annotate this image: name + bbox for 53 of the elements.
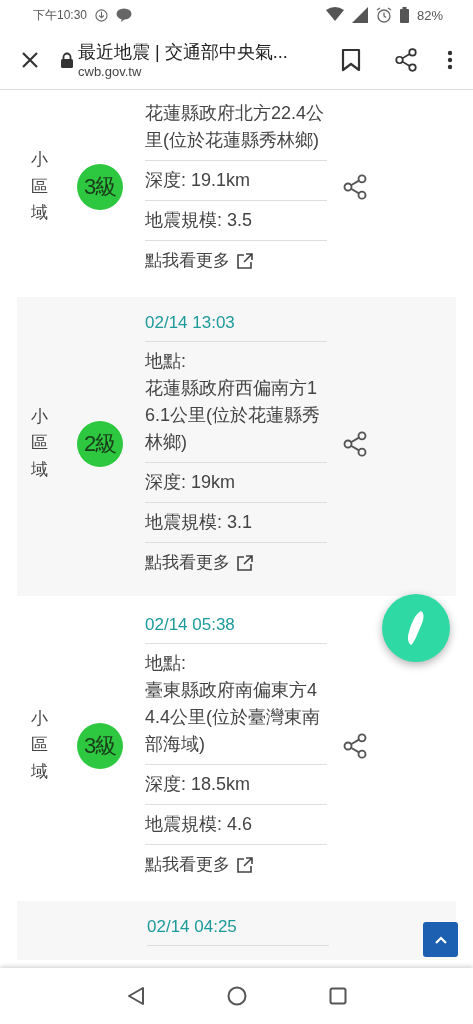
status-time: 下午10:30 (33, 6, 88, 24)
area-label: 小區域 (31, 708, 48, 783)
location-text: 臺東縣政府南偏東方44.4公里(位於臺灣東南部海域) (145, 679, 322, 756)
depth-text: 深度: 19km (145, 471, 237, 494)
back-icon (126, 986, 145, 1006)
external-link-icon (236, 855, 254, 874)
location-text: 花蓮縣政府北方22.4公里(位於花蓮縣秀林鄉) (145, 102, 326, 152)
wifi-icon (325, 7, 344, 23)
external-link-icon (236, 553, 254, 572)
location-label: 地點: (145, 652, 187, 675)
signal-icon (351, 7, 368, 23)
intensity-badge: 3級 (77, 722, 123, 769)
intensity-badge: 2級 (77, 420, 123, 467)
more-icon (447, 49, 453, 70)
location-label: 地點: (145, 350, 187, 373)
intensity-badge: 3級 (77, 164, 123, 210)
more-link[interactable]: 點我看更多 (145, 851, 327, 878)
share-icon (341, 731, 369, 760)
area-label: 小區域 (31, 406, 48, 481)
download-icon (95, 8, 109, 22)
battery-percent: 82% (416, 7, 443, 23)
quake-time: 02/14 05:38 (145, 614, 236, 636)
depth-text: 深度: 18.5km (145, 773, 252, 796)
battery-icon (399, 7, 409, 23)
home-icon (226, 986, 247, 1006)
location-text: 花蓮縣政府西偏南方16.1公里(位於花蓮縣秀林鄉) (145, 377, 322, 454)
scroll-top-button[interactable] (423, 922, 458, 957)
share-icon (341, 173, 369, 201)
quake-time: 02/14 04:25 (147, 916, 238, 938)
more-link[interactable]: 點我看更多 (145, 549, 327, 576)
chevron-up-icon (433, 934, 448, 945)
external-link-icon (236, 251, 254, 270)
depth-text: 深度: 19.1km (145, 169, 252, 192)
page-url: cwb.gov.tw (78, 64, 143, 79)
area-label: 小區域 (31, 149, 48, 225)
chat-bubble-icon (116, 8, 133, 22)
magnitude-text: 地震規模: 3.5 (145, 209, 254, 232)
share-button[interactable] (341, 429, 369, 458)
share-button[interactable] (341, 173, 369, 201)
share-button[interactable] (341, 731, 369, 760)
magnitude-text: 地震規模: 3.1 (145, 511, 254, 534)
close-icon (20, 49, 40, 70)
recents-icon (328, 987, 347, 1005)
share-icon (393, 46, 419, 73)
quake-time: 02/14 13:03 (145, 312, 236, 334)
magnitude-text: 地震規模: 4.6 (145, 813, 254, 836)
island-icon (406, 610, 426, 646)
page-title: 最近地震 | 交通部中央氣... (78, 41, 289, 64)
more-link[interactable]: 點我看更多 (145, 247, 327, 274)
share-icon (341, 429, 369, 458)
lock-icon (60, 51, 74, 68)
alarm-icon (375, 7, 392, 23)
bookmark-icon (341, 47, 361, 72)
